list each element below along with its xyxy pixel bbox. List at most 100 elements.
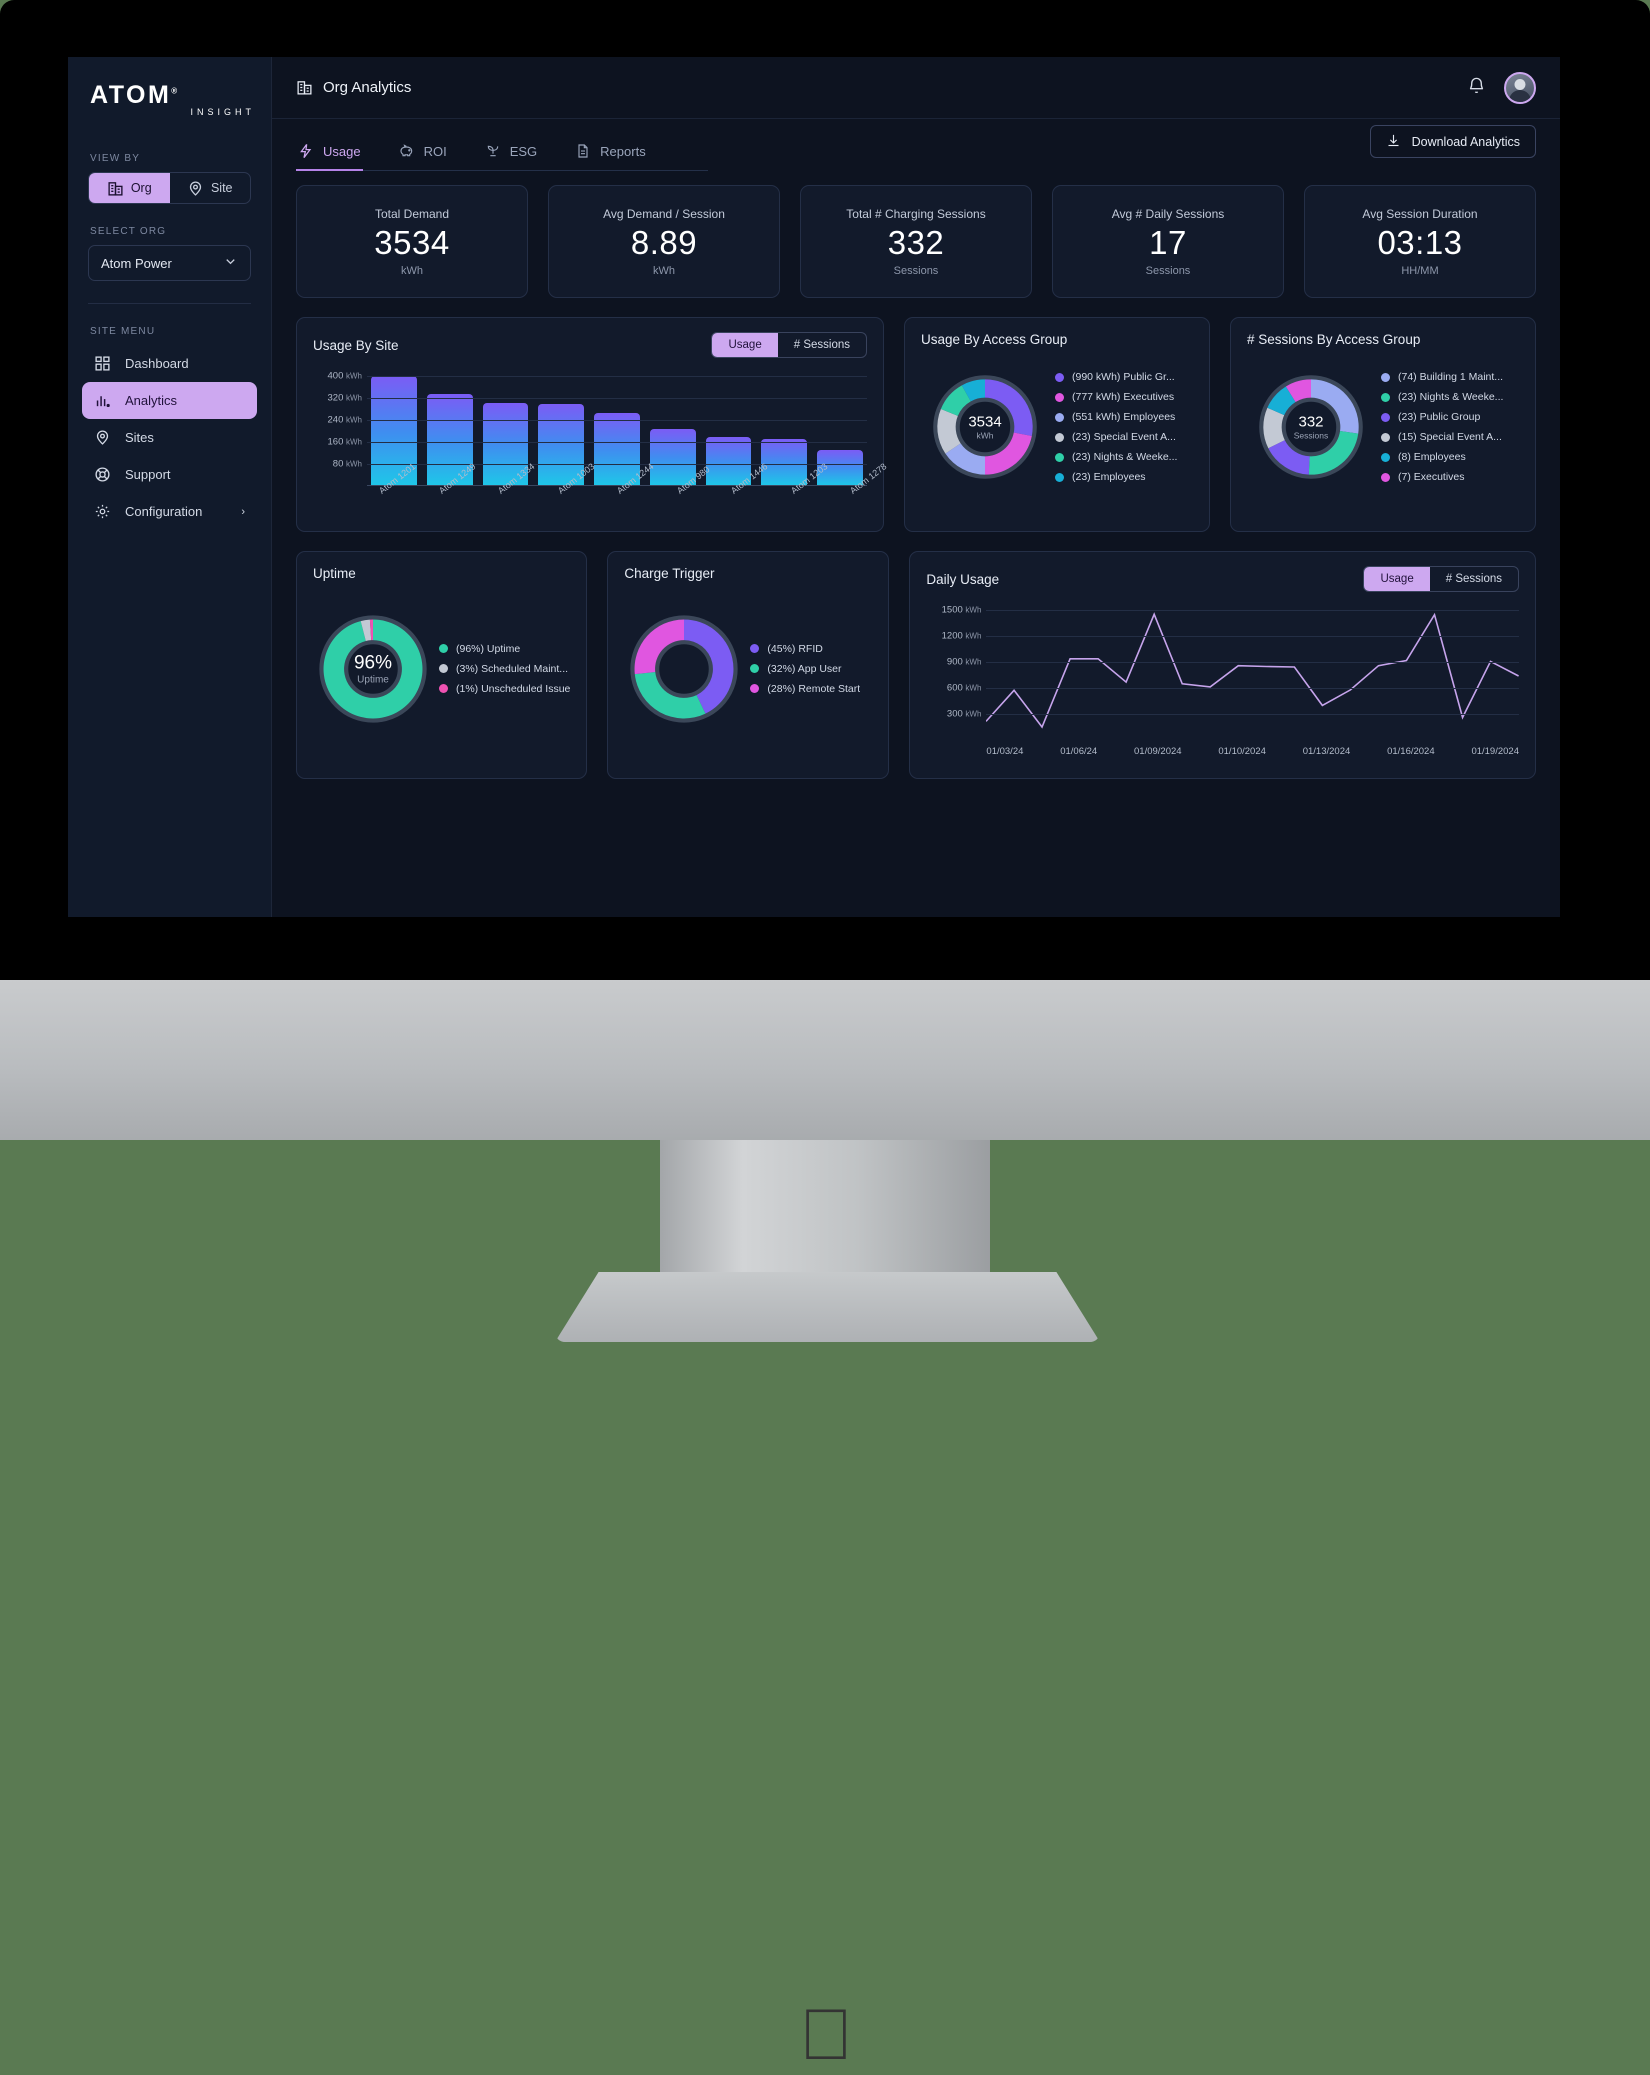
legend-label: (7) Executives (1398, 471, 1465, 483)
legend-color-dot (1055, 432, 1064, 442)
select-org-label: SELECT ORG (90, 226, 167, 237)
uptime-card: Uptime 96% Uptime (96%) Uptime (3%) Sche… (296, 551, 588, 779)
x-tick-label: 01/13/2024 (1302, 746, 1351, 757)
x-tick-label: 01/19/2024 (1471, 746, 1519, 757)
legend-item: (990 kWh) Public Gr... (1055, 371, 1193, 383)
content-area: Total Demand 3534 kWh Avg Demand / Sessi… (272, 171, 1560, 917)
gridline (986, 610, 1519, 612)
donut-body: (45%) RFID (32%) App User (28%) Remote Sta… (624, 581, 872, 756)
usage-by-site-card: Usage By Site Usage # Sessions 400 kWh 32… (296, 317, 889, 532)
gridline (986, 636, 1519, 638)
card-header: Usage By Site Usage # Sessions (313, 332, 867, 358)
toggle-sessions[interactable]: # Sessions (1430, 567, 1518, 591)
tab-reports[interactable]: Reports (573, 143, 648, 171)
sidebar-item-label: Sites (125, 430, 154, 445)
grid-icon (94, 355, 111, 372)
download-analytics-button[interactable]: Download Analytics (1369, 125, 1536, 158)
sidebar-item-sites[interactable]: Sites (82, 419, 257, 456)
legend-item: (23) Special Event A... (1055, 431, 1193, 443)
sidebar-item-label: Support (125, 467, 171, 482)
legend-label: (32%) App User (767, 662, 842, 675)
y-tick-label: 320 kWh (327, 392, 363, 404)
legend-label: (96%) Uptime (456, 642, 521, 655)
x-tick-label: 01/03/24 (986, 746, 1024, 757)
gridline (367, 376, 867, 378)
legend-color-dot (439, 684, 448, 693)
legend-item: (3%) Scheduled Maint... (439, 663, 570, 675)
donut-body: 332 Sessions (74) Building 1 Maint... (23… (1247, 347, 1519, 507)
gridline (367, 420, 867, 422)
kpi-unit: HH/MM (1401, 264, 1439, 277)
kpi-card: Total # Charging Sessions 332 Sessions (800, 185, 1032, 298)
sidebar-item-support[interactable]: Support (82, 456, 257, 493)
kpi-value: 332 (887, 223, 945, 261)
select-org-value: Atom Power (101, 255, 172, 271)
kpi-value: 8.89 (630, 223, 698, 261)
donut-center-label: 3534 kWh (968, 414, 1001, 441)
legend-color-dot (1381, 392, 1390, 402)
y-tick-label: 80 kWh (332, 458, 362, 470)
donut-legend: (45%) RFID (32%) App User (28%) Remote Sta… (744, 643, 872, 695)
card-title: # Sessions By Access Group (1247, 332, 1421, 347)
sidebar-item-label: Analytics (125, 393, 178, 408)
sprout-icon (485, 143, 502, 160)
legend-color-dot (1381, 432, 1390, 442)
y-tick-label: 1500 kWh (941, 604, 982, 616)
bar-chart-x-axis: Atom 1201 Atom 1249 Atom 1334 Atom 1003 Atom… (367, 461, 889, 498)
gridline (367, 398, 867, 400)
legend-label: (777 kWh) Executives (1072, 391, 1175, 403)
donut-chart: 3534 kWh (930, 372, 1040, 482)
download-icon (1386, 133, 1403, 150)
legend-color-dot (1381, 412, 1390, 422)
donut-center-value: 96% (353, 652, 393, 673)
page-title-text: Org Analytics (323, 79, 412, 96)
tab-label: ESG (509, 144, 538, 159)
toggle-usage[interactable]: Usage (712, 333, 778, 357)
tab-label: ROI (423, 144, 447, 159)
toggle-usage[interactable]: Usage (1364, 567, 1430, 591)
bar-chart-y-axis: 400 kWh 320 kWh 240 kWh 160 kWh 80 kWh (313, 368, 365, 486)
y-tick-label: 600 kWh (946, 682, 982, 694)
view-by-site-button[interactable]: Site (170, 173, 251, 203)
map-pin-icon (94, 429, 111, 446)
sidebar: ATOM® INSIGHT VIEW BY Org Site SELECT OR… (68, 57, 272, 917)
kpi-value: 17 (1149, 223, 1187, 261)
card-title: Uptime (313, 566, 356, 581)
legend-label: (1%) Unscheduled Issue (456, 682, 571, 695)
legend-item: (74) Building 1 Maint... (1381, 371, 1519, 383)
line-series (986, 600, 1519, 740)
tab-esg[interactable]: ESG (483, 143, 539, 171)
legend-label: (3%) Scheduled Maint... (456, 662, 569, 675)
view-by-toggle: Org Site (88, 172, 251, 204)
kpi-label: Avg # Daily Sessions (1111, 206, 1225, 221)
sidebar-item-analytics[interactable]: Analytics (82, 382, 257, 419)
tab-usage[interactable]: Usage (296, 143, 363, 171)
donut-body: 96% Uptime (96%) Uptime (3%) Scheduled Ma… (313, 581, 570, 756)
tab-roi[interactable]: ROI (397, 143, 449, 171)
legend-color-dot (750, 644, 760, 653)
view-by-org-button[interactable]: Org (89, 173, 170, 203)
bell-icon[interactable] (1467, 76, 1486, 100)
legend-item: (551 kWh) Employees (1055, 411, 1193, 423)
donut-center-label: 332 Sessions (1294, 414, 1329, 441)
sidebar-item-configuration[interactable]: Configuration › (82, 493, 257, 530)
gridline (367, 442, 867, 444)
legend-color-dot (1055, 392, 1064, 402)
bar-chart-plot-area (367, 368, 867, 486)
legend-color-dot (1055, 372, 1064, 382)
card-header: Daily Usage Usage # Sessions (926, 566, 1519, 592)
charts-row-2: Uptime 96% Uptime (96%) Uptime (3%) Sche… (296, 551, 1536, 779)
toggle-sessions[interactable]: # Sessions (778, 333, 866, 357)
site-menu-label: SITE MENU (90, 326, 156, 337)
legend-label: (8) Employees (1398, 451, 1466, 463)
sidebar-item-dashboard[interactable]: Dashboard (82, 345, 257, 382)
legend-item: (23) Nights & Weeke... (1381, 391, 1519, 403)
logo-atom-text: ATOM® (90, 81, 271, 110)
legend-color-dot (1381, 472, 1390, 482)
legend-item: (7) Executives (1381, 471, 1519, 483)
select-org-dropdown[interactable]: Atom Power (88, 245, 251, 281)
legend-item: (1%) Unscheduled Issue (439, 683, 570, 695)
avatar[interactable] (1504, 71, 1536, 104)
card-title: Usage By Site (313, 337, 399, 353)
gridline (986, 714, 1519, 716)
